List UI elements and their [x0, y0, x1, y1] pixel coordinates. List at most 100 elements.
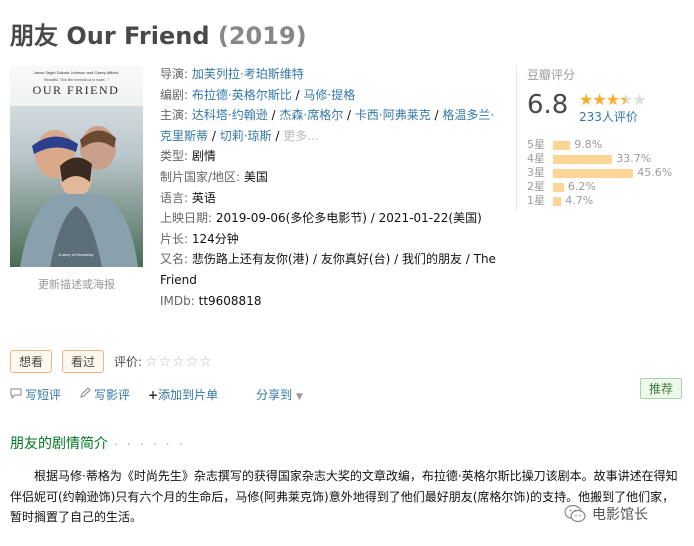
release-date-label: 上映日期: [160, 211, 209, 226]
rating-dist-label: 1星: [527, 194, 545, 207]
aka-row: 又名: 悲伤路上还有友你(港) / 友你真好(台) / 我们的朋友 / The …: [160, 252, 496, 287]
poster-quote: "Beautiful. This film reminds us to make…: [43, 78, 109, 82]
country-row: 制片国家/地区: 美国: [160, 169, 268, 184]
rating-dist-bar: [553, 154, 613, 164]
writer-label: 编剧: [160, 87, 185, 102]
movie-title: 朋友 Our Friend (2019): [10, 16, 307, 51]
watermark: 电影馆长: [564, 504, 648, 524]
summary-title-text: 朋友的剧情简介: [10, 436, 108, 452]
release-date-1: 2019-09-06(多伦多电影节): [215, 211, 367, 226]
rating-dist-row: 4星 33.7%: [527, 152, 687, 166]
genre-value: 剧情: [191, 149, 216, 164]
summary-title: 朋友的剧情简介 · · · · · ·: [10, 433, 185, 453]
writer-link-2[interactable]: 马修·提格: [303, 88, 355, 102]
plus-icon: +: [148, 387, 159, 402]
update-poster-link[interactable]: 更新描述或海报: [10, 276, 143, 292]
vote-count: 233人评价: [579, 108, 638, 125]
rating-dist-pct: 45.6%: [637, 166, 673, 179]
poster-names: Jason Segel Dakota Johnson and Casey Aff…: [33, 70, 118, 75]
add-to-list-link[interactable]: 添加到片单: [158, 386, 218, 403]
write-short-review-link[interactable]: 写短评: [25, 386, 61, 403]
wechat-icon: [564, 504, 586, 523]
rating-distribution: 5星 9.8% 4星 33.7% 3星 45.6% 2星 6.2% 1星 4.7%: [527, 138, 687, 208]
comment-icon: [10, 387, 22, 402]
cast-link-3[interactable]: 卡西·阿弗莱克: [355, 108, 431, 122]
rating-dist-pct: 6.2%: [567, 180, 596, 193]
rating-dist-pct: 4.7%: [565, 194, 594, 207]
write-review-link[interactable]: 写影评: [94, 386, 130, 403]
title-cn: 朋友: [10, 22, 58, 50]
imdb-row: IMDb: tt9608818: [160, 293, 262, 308]
action-bar: 想看 看过 评价: ☆☆☆☆☆: [10, 350, 213, 373]
runtime-row: 片长: 124分钟: [160, 231, 239, 246]
cast-row: 主演: 达科塔·约翰逊 / 杰森·席格尔 / 卡西·阿弗莱克 / 格温多兰·克里…: [160, 108, 495, 143]
rate-stars-input[interactable]: ☆☆☆☆☆: [145, 354, 213, 370]
language-value: 英语: [191, 190, 216, 205]
recommend-button[interactable]: 推荐: [640, 378, 683, 399]
poster-title-text: OUR FRIEND: [33, 83, 120, 97]
rating-dist-label: 4星: [527, 152, 545, 165]
aka-value: 悲伤路上还有友你(港) / 友你真好(台) / 我们的朋友 / The Frie…: [160, 252, 496, 287]
douban-rating-box: 豆瓣评分 6.8 ★★★★★ 233人评价 5星 9.8% 4星 33.7% 3星 45.…: [516, 66, 694, 211]
runtime-value: 124分钟: [191, 231, 239, 246]
rating-dist-bar: [553, 182, 564, 192]
cast-label: 主演: [160, 108, 185, 123]
rating-dist-row: 1星 4.7%: [527, 194, 687, 208]
share-dropdown[interactable]: 分享到 ▼: [256, 386, 303, 403]
cast-link-2[interactable]: 杰森·席格尔: [279, 108, 343, 122]
rating-score: 6.8: [527, 90, 569, 120]
title-en: Our Friend: [66, 22, 210, 50]
star-icon: ★: [592, 90, 606, 109]
watched-button[interactable]: 看过: [62, 350, 105, 373]
rating-dist-row: 2星 6.2%: [527, 180, 687, 194]
rating-dist-label: 2星: [527, 180, 545, 193]
genre-label: 类型: [160, 149, 185, 164]
release-date-row: 上映日期: 2019-09-06(多伦多电影节) / 2021-01-22(美国…: [160, 211, 482, 226]
writer-link-1[interactable]: 布拉德·英格尔斯比: [192, 88, 292, 102]
rating-dist-row: 5星 9.8%: [527, 138, 687, 152]
movie-info: 导演: 加芙列拉·考珀斯维特 编剧: 布拉德·英格尔斯比 / 马修·提格 主演:…: [160, 64, 500, 311]
rating-dist-bar: [553, 168, 634, 178]
rating-dist-bar: [553, 140, 571, 150]
genre-row: 类型: 剧情: [160, 149, 216, 164]
country-label: 制片国家/地区: [160, 169, 237, 184]
runtime-label: 片长: [160, 231, 185, 246]
poster-caption: A story of friendship: [58, 252, 94, 257]
director-row: 导演: 加芙列拉·考珀斯维特: [160, 67, 304, 81]
language-label: 语言: [160, 190, 185, 205]
rating-dist-label: 5星: [527, 138, 545, 151]
summary-title-dots: · · · · · ·: [114, 438, 186, 451]
director-link[interactable]: 加芙列拉·考珀斯维特: [192, 67, 304, 81]
review-links: 写短评 写影评 + 添加到片单 分享到 ▼: [10, 386, 303, 403]
imdb-label: IMDb: [160, 293, 191, 308]
rating-stars: ★★★★★: [579, 90, 647, 109]
cast-link-1[interactable]: 达科塔·约翰逊: [192, 108, 268, 122]
title-year: (2019): [217, 22, 307, 50]
language-row: 语言: 英语: [160, 190, 216, 205]
rating-label: 豆瓣评分: [527, 68, 576, 82]
empty-star-icon: ★: [632, 90, 646, 109]
rate-label: 评价:: [114, 355, 143, 369]
movie-poster[interactable]: Jason Segel Dakota Johnson and Casey Aff…: [10, 66, 143, 267]
star-icon: ★: [579, 90, 593, 109]
half-star-icon: ★: [619, 90, 633, 109]
rating-dist-pct: 9.8%: [574, 138, 603, 151]
writer-row: 编剧: 布拉德·英格尔斯比 / 马修·提格: [160, 87, 356, 102]
cast-link-5[interactable]: 切莉·琼斯: [220, 129, 272, 143]
rating-dist-pct: 33.7%: [616, 152, 652, 165]
vote-count-link[interactable]: 233人评价: [579, 110, 638, 124]
cast-more-link[interactable]: 更多...: [283, 129, 318, 143]
triangle-down-icon: ▼: [295, 392, 303, 402]
imdb-value: tt9608818: [198, 293, 262, 308]
want-to-watch-button[interactable]: 想看: [10, 350, 53, 373]
rating-dist-bar: [553, 196, 562, 206]
aka-label: 又名: [160, 252, 185, 267]
director-label: 导演: [160, 67, 185, 81]
rating-dist-label: 3星: [527, 166, 545, 179]
share-label: 分享到: [256, 388, 293, 402]
release-date-2: 2021-01-22(美国): [378, 211, 482, 226]
pencil-icon: [79, 387, 91, 402]
country-value: 美国: [243, 169, 268, 184]
star-icon: ★: [605, 90, 620, 109]
watermark-text: 电影馆长: [592, 507, 648, 523]
